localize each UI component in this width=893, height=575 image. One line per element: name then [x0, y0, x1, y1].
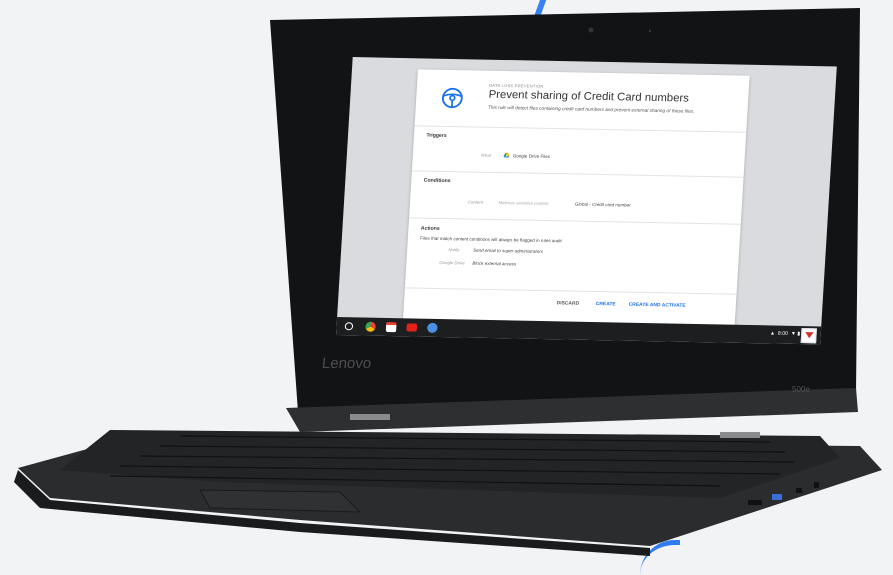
model-label: 500e	[792, 385, 810, 394]
hinge-right	[720, 432, 760, 438]
condition-match-type[interactable]: Matches sensitive content	[499, 200, 549, 206]
screen-frame: DATA LOSS PREVENTION Prevent sharing of …	[282, 42, 856, 353]
google-drive-icon	[503, 152, 510, 158]
card-eyebrow: DATA LOSS PREVENTION	[489, 83, 544, 89]
touchpad	[200, 490, 360, 512]
action-drive-value[interactable]: Block external access	[472, 261, 516, 267]
youtube-icon[interactable]	[406, 323, 417, 331]
brand-logo: Lenovo	[321, 355, 372, 372]
chromeos-screen: DATA LOSS PREVENTION Prevent sharing of …	[336, 57, 837, 344]
wifi-icon: ▼	[791, 331, 796, 337]
gmail-icon[interactable]	[386, 322, 397, 332]
conditions-heading: Conditions	[424, 178, 451, 185]
create-and-activate-button[interactable]: CREATE AND ACTIVATE	[628, 303, 685, 309]
hinge-left	[350, 414, 390, 420]
condition-content-label: Content	[468, 199, 483, 204]
action-notify-value[interactable]: Send email to super administrators	[473, 248, 543, 254]
notification-icon: ▲	[770, 330, 775, 336]
camera-light	[649, 30, 651, 32]
rule-description: This rule will detect files containing c…	[488, 105, 715, 115]
action-drive-label: Google Drive	[439, 260, 464, 265]
actions-note: Files that match content conditions will…	[420, 236, 562, 244]
dlp-rule-card: DATA LOSS PREVENTION Prevent sharing of …	[403, 69, 750, 329]
triggers-heading: Triggers	[426, 133, 447, 139]
port-usb	[748, 500, 762, 505]
divider	[412, 170, 744, 177]
steering-wheel-icon	[440, 87, 464, 109]
battery-icon: ▮	[797, 331, 800, 337]
divider	[409, 217, 741, 224]
port-usbc	[796, 488, 802, 493]
port-usb3	[772, 494, 782, 500]
trigger-what-label: What	[481, 153, 491, 158]
condition-detector[interactable]: Global - Credit card number	[575, 202, 631, 208]
divider	[405, 287, 737, 294]
trigger-what-value[interactable]: Google Drive Files	[513, 153, 551, 159]
action-notify-label: Notify	[448, 247, 459, 252]
divider	[415, 125, 747, 132]
port-lock	[814, 482, 819, 488]
create-button[interactable]: CREATE	[596, 302, 616, 307]
chrome-icon[interactable]	[365, 322, 376, 332]
system-tray[interactable]: ▲ 8:00 ▼ ▮	[770, 330, 801, 337]
webcam	[589, 28, 594, 33]
avatar[interactable]	[801, 328, 817, 343]
chromeos-shelf: ▲ 8:00 ▼ ▮	[336, 317, 821, 344]
discard-button[interactable]: DISCARD	[556, 301, 579, 306]
actions-heading: Actions	[421, 226, 440, 232]
files-icon[interactable]	[427, 323, 438, 333]
page-title: Prevent sharing of Credit Card numbers	[488, 89, 689, 105]
launcher-icon[interactable]	[345, 322, 354, 330]
clock: 8:00	[778, 331, 788, 337]
